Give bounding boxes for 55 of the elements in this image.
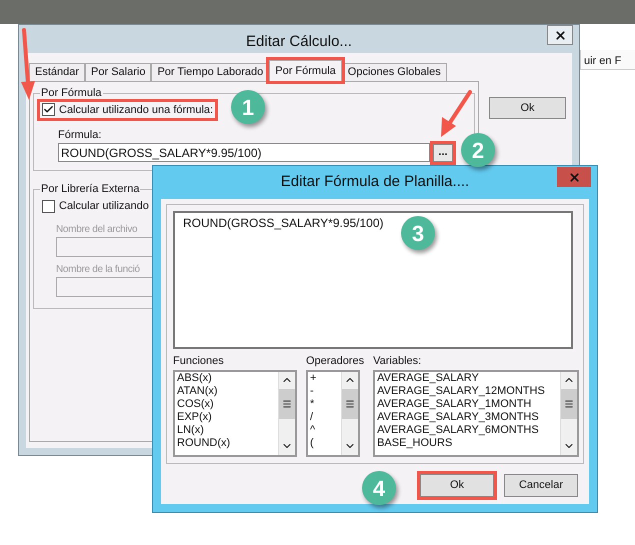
checkbox-label: Calcular utilizando una fórmula: — [59, 102, 214, 118]
field-label: Nombre de la funció — [56, 263, 140, 277]
close-icon — [554, 28, 566, 42]
list-item[interactable]: COS(x) — [177, 398, 278, 410]
checkbox-label: Calcular utilizando — [59, 198, 149, 214]
list-item[interactable]: ATAN(x) — [177, 384, 278, 398]
arrow — [441, 90, 472, 137]
close-button[interactable] — [547, 25, 573, 45]
list-item[interactable]: ^ — [310, 424, 341, 436]
list-label: Funciones — [173, 354, 225, 369]
list-item[interactable]: AVERAGE_SALARY_3MONTHS — [377, 410, 560, 424]
list-item[interactable]: LN(x) — [177, 424, 278, 436]
list-item[interactable]: AVERAGE_SALARY_1MONTH — [377, 398, 560, 410]
group-title: Por Librería Externa — [40, 182, 140, 198]
dialog-button[interactable]: Cancelar — [504, 474, 578, 496]
list-item[interactable]: AVERAGE_SALARY_6MONTHS — [377, 424, 560, 436]
list-label: Variables: — [373, 354, 422, 369]
column-header: uir en F — [584, 54, 622, 69]
list-item[interactable]: - — [310, 384, 341, 398]
ok-button[interactable]: Ok — [489, 97, 566, 119]
list-box[interactable]: ABS(x) ATAN(x) COS(x) EXP(x) LN(x) ROUND(x) — [173, 370, 297, 456]
tab[interactable]: Por Salario — [85, 63, 152, 81]
tab[interactable]: Por Fórmula — [269, 60, 342, 81]
check-icon — [43, 104, 54, 116]
list-item[interactable]: / — [310, 410, 341, 424]
grip-icon — [345, 398, 355, 408]
window-title: Editar Cálculo... — [246, 32, 352, 52]
list-item[interactable]: AVERAGE_SALARY — [377, 372, 560, 384]
list-item[interactable]: * — [310, 398, 341, 410]
scroll-thumb[interactable] — [561, 388, 578, 418]
group-title: Por Fórmula — [40, 86, 103, 101]
formula-field[interactable]: ROUND(GROSS_SALARY*9.95/100) — [58, 143, 430, 162]
list-box[interactable]: AVERAGE_SALARY AVERAGE_SALARY_12MONTHS AVERAGE_SALARY_1MONTH AVERAGE_SALARY_3MONTHS AVERAGE_SALARY_6MONTHS BASE_HOURS — [373, 370, 580, 456]
close-icon — [568, 170, 580, 184]
list-item[interactable]: ( — [310, 436, 341, 450]
list-item[interactable]: + — [310, 372, 341, 384]
tab[interactable]: Estándar — [29, 63, 86, 81]
grip-icon — [564, 398, 574, 408]
field-label: Fórmula: — [58, 128, 102, 143]
checkbox[interactable] — [42, 103, 55, 116]
list-item[interactable]: EXP(x) — [177, 410, 278, 424]
list-item[interactable]: AVERAGE_SALARY_12MONTHS — [377, 384, 560, 398]
list-item[interactable]: BASE_HOURS — [377, 436, 560, 450]
list-box[interactable]: + - * / ^ ( — [306, 370, 360, 456]
field-label: Nombre del archivo — [56, 223, 138, 237]
list-item[interactable]: ABS(x) — [177, 372, 278, 384]
browse-button[interactable]: ... — [433, 144, 453, 162]
scroll-thumb[interactable] — [342, 388, 358, 418]
arrow — [21, 28, 35, 100]
list-label: Operadores — [306, 354, 364, 369]
window-title: Editar Fórmula de Planilla.... — [280, 172, 470, 192]
scroll-thumb[interactable] — [279, 388, 295, 418]
checkbox[interactable] — [42, 200, 55, 212]
grip-icon — [282, 398, 292, 408]
list-item[interactable]: ROUND(x) — [177, 436, 278, 450]
